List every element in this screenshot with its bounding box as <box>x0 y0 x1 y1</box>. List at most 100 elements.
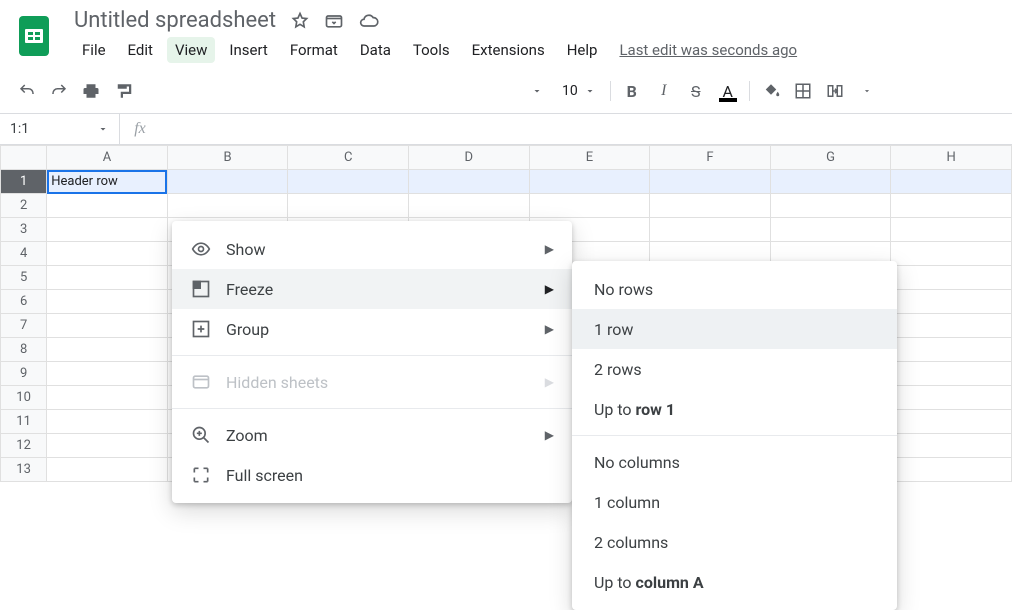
text-color-button[interactable]: A <box>713 76 743 106</box>
view-menu-full-screen[interactable]: Full screen <box>172 455 572 495</box>
freeze-menu-2-columns[interactable]: 2 columns <box>572 522 897 562</box>
freeze-menu-up-to-column-a[interactable]: Up to column A <box>572 562 897 602</box>
cell-F3[interactable] <box>650 218 771 242</box>
row-header-10[interactable]: 10 <box>1 386 47 410</box>
menu-extensions[interactable]: Extensions <box>464 37 553 63</box>
freeze-menu-up-to-row-1[interactable]: Up to row 1 <box>572 389 897 429</box>
menu-data[interactable]: Data <box>352 37 399 63</box>
freeze-menu-no-rows[interactable]: No rows <box>572 269 897 309</box>
row-header-7[interactable]: 7 <box>1 314 47 338</box>
cell-A9[interactable] <box>47 362 168 386</box>
view-menu-group[interactable]: Group▶ <box>172 309 572 349</box>
cell-A7[interactable] <box>47 314 168 338</box>
cell-H4[interactable] <box>891 242 1012 266</box>
cell-H8[interactable] <box>891 338 1012 362</box>
freeze-menu-2-rows[interactable]: 2 rows <box>572 349 897 389</box>
cell-D2[interactable] <box>409 194 530 218</box>
cell-H9[interactable] <box>891 362 1012 386</box>
row-header-13[interactable]: 13 <box>1 458 47 482</box>
row-header-2[interactable]: 2 <box>1 194 47 218</box>
col-header-A[interactable]: A <box>47 146 168 170</box>
sheets-logo[interactable] <box>12 14 56 58</box>
cell-D1[interactable] <box>409 170 530 194</box>
cell-F1[interactable] <box>650 170 771 194</box>
cell-C2[interactable] <box>288 194 409 218</box>
doc-title[interactable]: Untitled spreadsheet <box>74 8 276 33</box>
undo-button[interactable] <box>12 76 42 106</box>
col-header-B[interactable]: B <box>167 146 288 170</box>
row-header-12[interactable]: 12 <box>1 434 47 458</box>
row-header-5[interactable]: 5 <box>1 266 47 290</box>
cell-H12[interactable] <box>891 434 1012 458</box>
cell-A11[interactable] <box>47 410 168 434</box>
cell-A8[interactable] <box>47 338 168 362</box>
cell-A6[interactable] <box>47 290 168 314</box>
name-box-dropdown-icon[interactable] <box>97 123 109 135</box>
cell-H7[interactable] <box>891 314 1012 338</box>
cell-H5[interactable] <box>891 266 1012 290</box>
view-menu-show[interactable]: Show▶ <box>172 229 572 269</box>
row-header-9[interactable]: 9 <box>1 362 47 386</box>
more-dropdown-icon[interactable] <box>522 76 552 106</box>
font-size-value[interactable]: 10 <box>562 83 578 99</box>
col-header-D[interactable]: D <box>409 146 530 170</box>
freeze-menu-1-row[interactable]: 1 row <box>572 309 897 349</box>
cell-H2[interactable] <box>891 194 1012 218</box>
cell-H11[interactable] <box>891 410 1012 434</box>
move-icon[interactable] <box>324 11 344 31</box>
name-box[interactable]: 1:1 <box>0 114 120 144</box>
cell-H10[interactable] <box>891 386 1012 410</box>
cell-E1[interactable] <box>529 170 650 194</box>
font-size-dropdown-icon[interactable] <box>584 85 596 97</box>
cell-G1[interactable] <box>770 170 891 194</box>
last-edit-link[interactable]: Last edit was seconds ago <box>619 41 797 59</box>
cell-C1[interactable] <box>288 170 409 194</box>
cell-A4[interactable] <box>47 242 168 266</box>
redo-button[interactable] <box>44 76 74 106</box>
menu-format[interactable]: Format <box>282 37 346 63</box>
cell-A3[interactable] <box>47 218 168 242</box>
cell-H6[interactable] <box>891 290 1012 314</box>
menu-insert[interactable]: Insert <box>221 37 275 63</box>
cell-A2[interactable] <box>47 194 168 218</box>
freeze-menu-no-columns[interactable]: No columns <box>572 442 897 482</box>
cell-H1[interactable] <box>891 170 1012 194</box>
col-header-C[interactable]: C <box>288 146 409 170</box>
italic-button[interactable]: I <box>649 76 679 106</box>
menu-tools[interactable]: Tools <box>405 37 458 63</box>
col-header-G[interactable]: G <box>770 146 891 170</box>
bold-button[interactable]: B <box>617 76 647 106</box>
view-menu-zoom[interactable]: Zoom▶ <box>172 415 572 455</box>
paint-format-button[interactable] <box>108 76 138 106</box>
cell-G3[interactable] <box>770 218 891 242</box>
cell-H3[interactable] <box>891 218 1012 242</box>
col-header-H[interactable]: H <box>891 146 1012 170</box>
select-all-corner[interactable] <box>1 146 47 170</box>
cell-E2[interactable] <box>529 194 650 218</box>
menu-edit[interactable]: Edit <box>120 37 161 63</box>
cell-A12[interactable] <box>47 434 168 458</box>
col-header-F[interactable]: F <box>650 146 771 170</box>
cell-A13[interactable] <box>47 458 168 482</box>
freeze-menu-1-column[interactable]: 1 column <box>572 482 897 522</box>
star-icon[interactable] <box>290 11 310 31</box>
cell-H13[interactable] <box>891 458 1012 482</box>
col-header-E[interactable]: E <box>529 146 650 170</box>
merge-button[interactable] <box>820 76 850 106</box>
menu-view[interactable]: View <box>167 37 215 63</box>
fill-color-button[interactable] <box>756 76 786 106</box>
cell-F2[interactable] <box>650 194 771 218</box>
formula-bar[interactable] <box>160 114 1012 144</box>
print-button[interactable] <box>76 76 106 106</box>
view-menu-freeze[interactable]: Freeze▶ <box>172 269 572 309</box>
row-header-8[interactable]: 8 <box>1 338 47 362</box>
row-header-11[interactable]: 11 <box>1 410 47 434</box>
cell-B2[interactable] <box>167 194 288 218</box>
row-header-3[interactable]: 3 <box>1 218 47 242</box>
row-header-4[interactable]: 4 <box>1 242 47 266</box>
row-header-6[interactable]: 6 <box>1 290 47 314</box>
cloud-icon[interactable] <box>358 11 380 31</box>
borders-button[interactable] <box>788 76 818 106</box>
cell-G2[interactable] <box>770 194 891 218</box>
merge-dropdown-icon[interactable] <box>852 76 882 106</box>
